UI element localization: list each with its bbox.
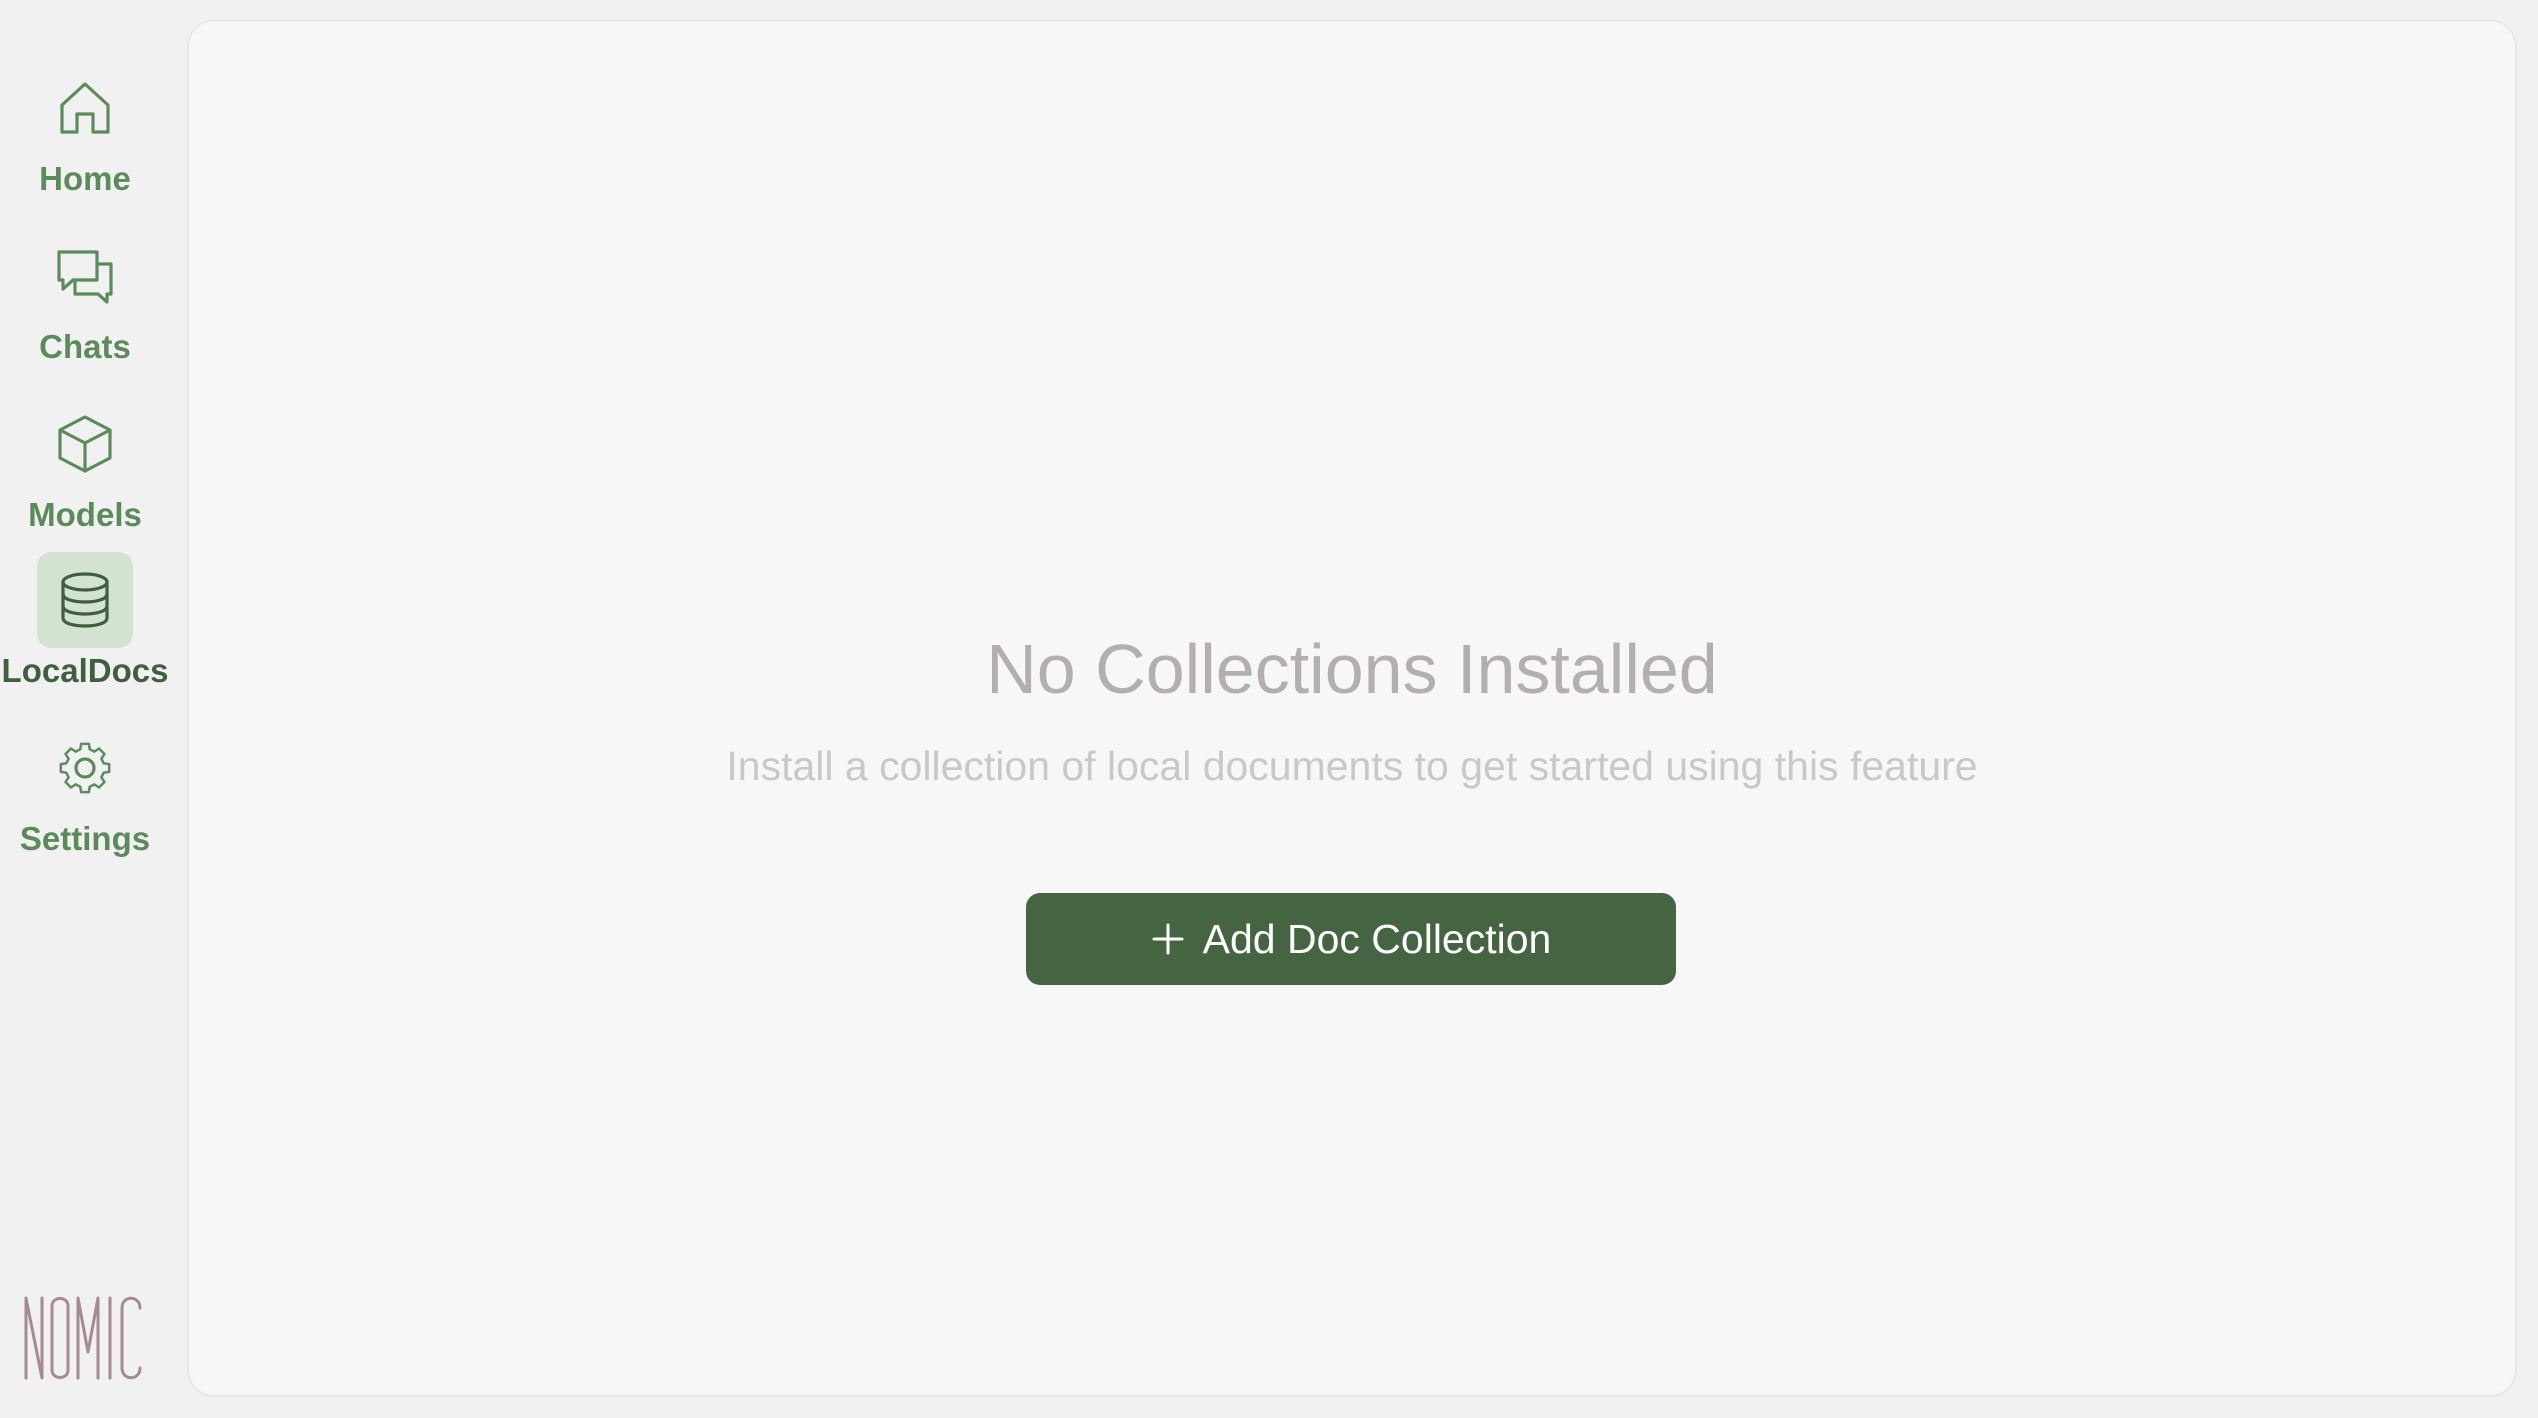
add-doc-collection-button[interactable]: Add Doc Collection bbox=[1026, 893, 1676, 985]
sidebar-item-chats[interactable]: Chats bbox=[0, 228, 170, 366]
sidebar: Home Chats Models LocalDocs Settings bbox=[0, 0, 170, 1418]
cube-icon bbox=[37, 396, 133, 492]
sidebar-item-label: Settings bbox=[19, 820, 151, 857]
chat-bubbles-icon bbox=[37, 228, 133, 324]
home-icon bbox=[37, 60, 133, 156]
sidebar-item-home[interactable]: Home bbox=[0, 60, 170, 198]
empty-state-subtitle: Install a collection of local documents … bbox=[726, 743, 1978, 789]
nomic-logo bbox=[22, 1292, 148, 1382]
sidebar-item-localdocs[interactable]: LocalDocs bbox=[0, 552, 170, 690]
app-window: Home Chats Models LocalDocs Settings No … bbox=[0, 0, 2538, 1418]
sidebar-item-settings[interactable]: Settings bbox=[0, 720, 170, 858]
sidebar-item-label: Home bbox=[39, 160, 131, 197]
empty-state-title: No Collections Installed bbox=[986, 630, 1718, 708]
main-panel: No Collections Installed Install a colle… bbox=[188, 20, 2516, 1396]
plus-icon bbox=[1151, 922, 1185, 956]
gear-icon bbox=[37, 720, 133, 816]
sidebar-item-label: Chats bbox=[39, 328, 131, 365]
sidebar-item-models[interactable]: Models bbox=[0, 396, 170, 534]
sidebar-item-label: LocalDocs bbox=[1, 652, 169, 689]
sidebar-item-label: Models bbox=[28, 496, 142, 533]
add-doc-collection-label: Add Doc Collection bbox=[1202, 916, 1552, 962]
database-icon bbox=[37, 552, 133, 648]
